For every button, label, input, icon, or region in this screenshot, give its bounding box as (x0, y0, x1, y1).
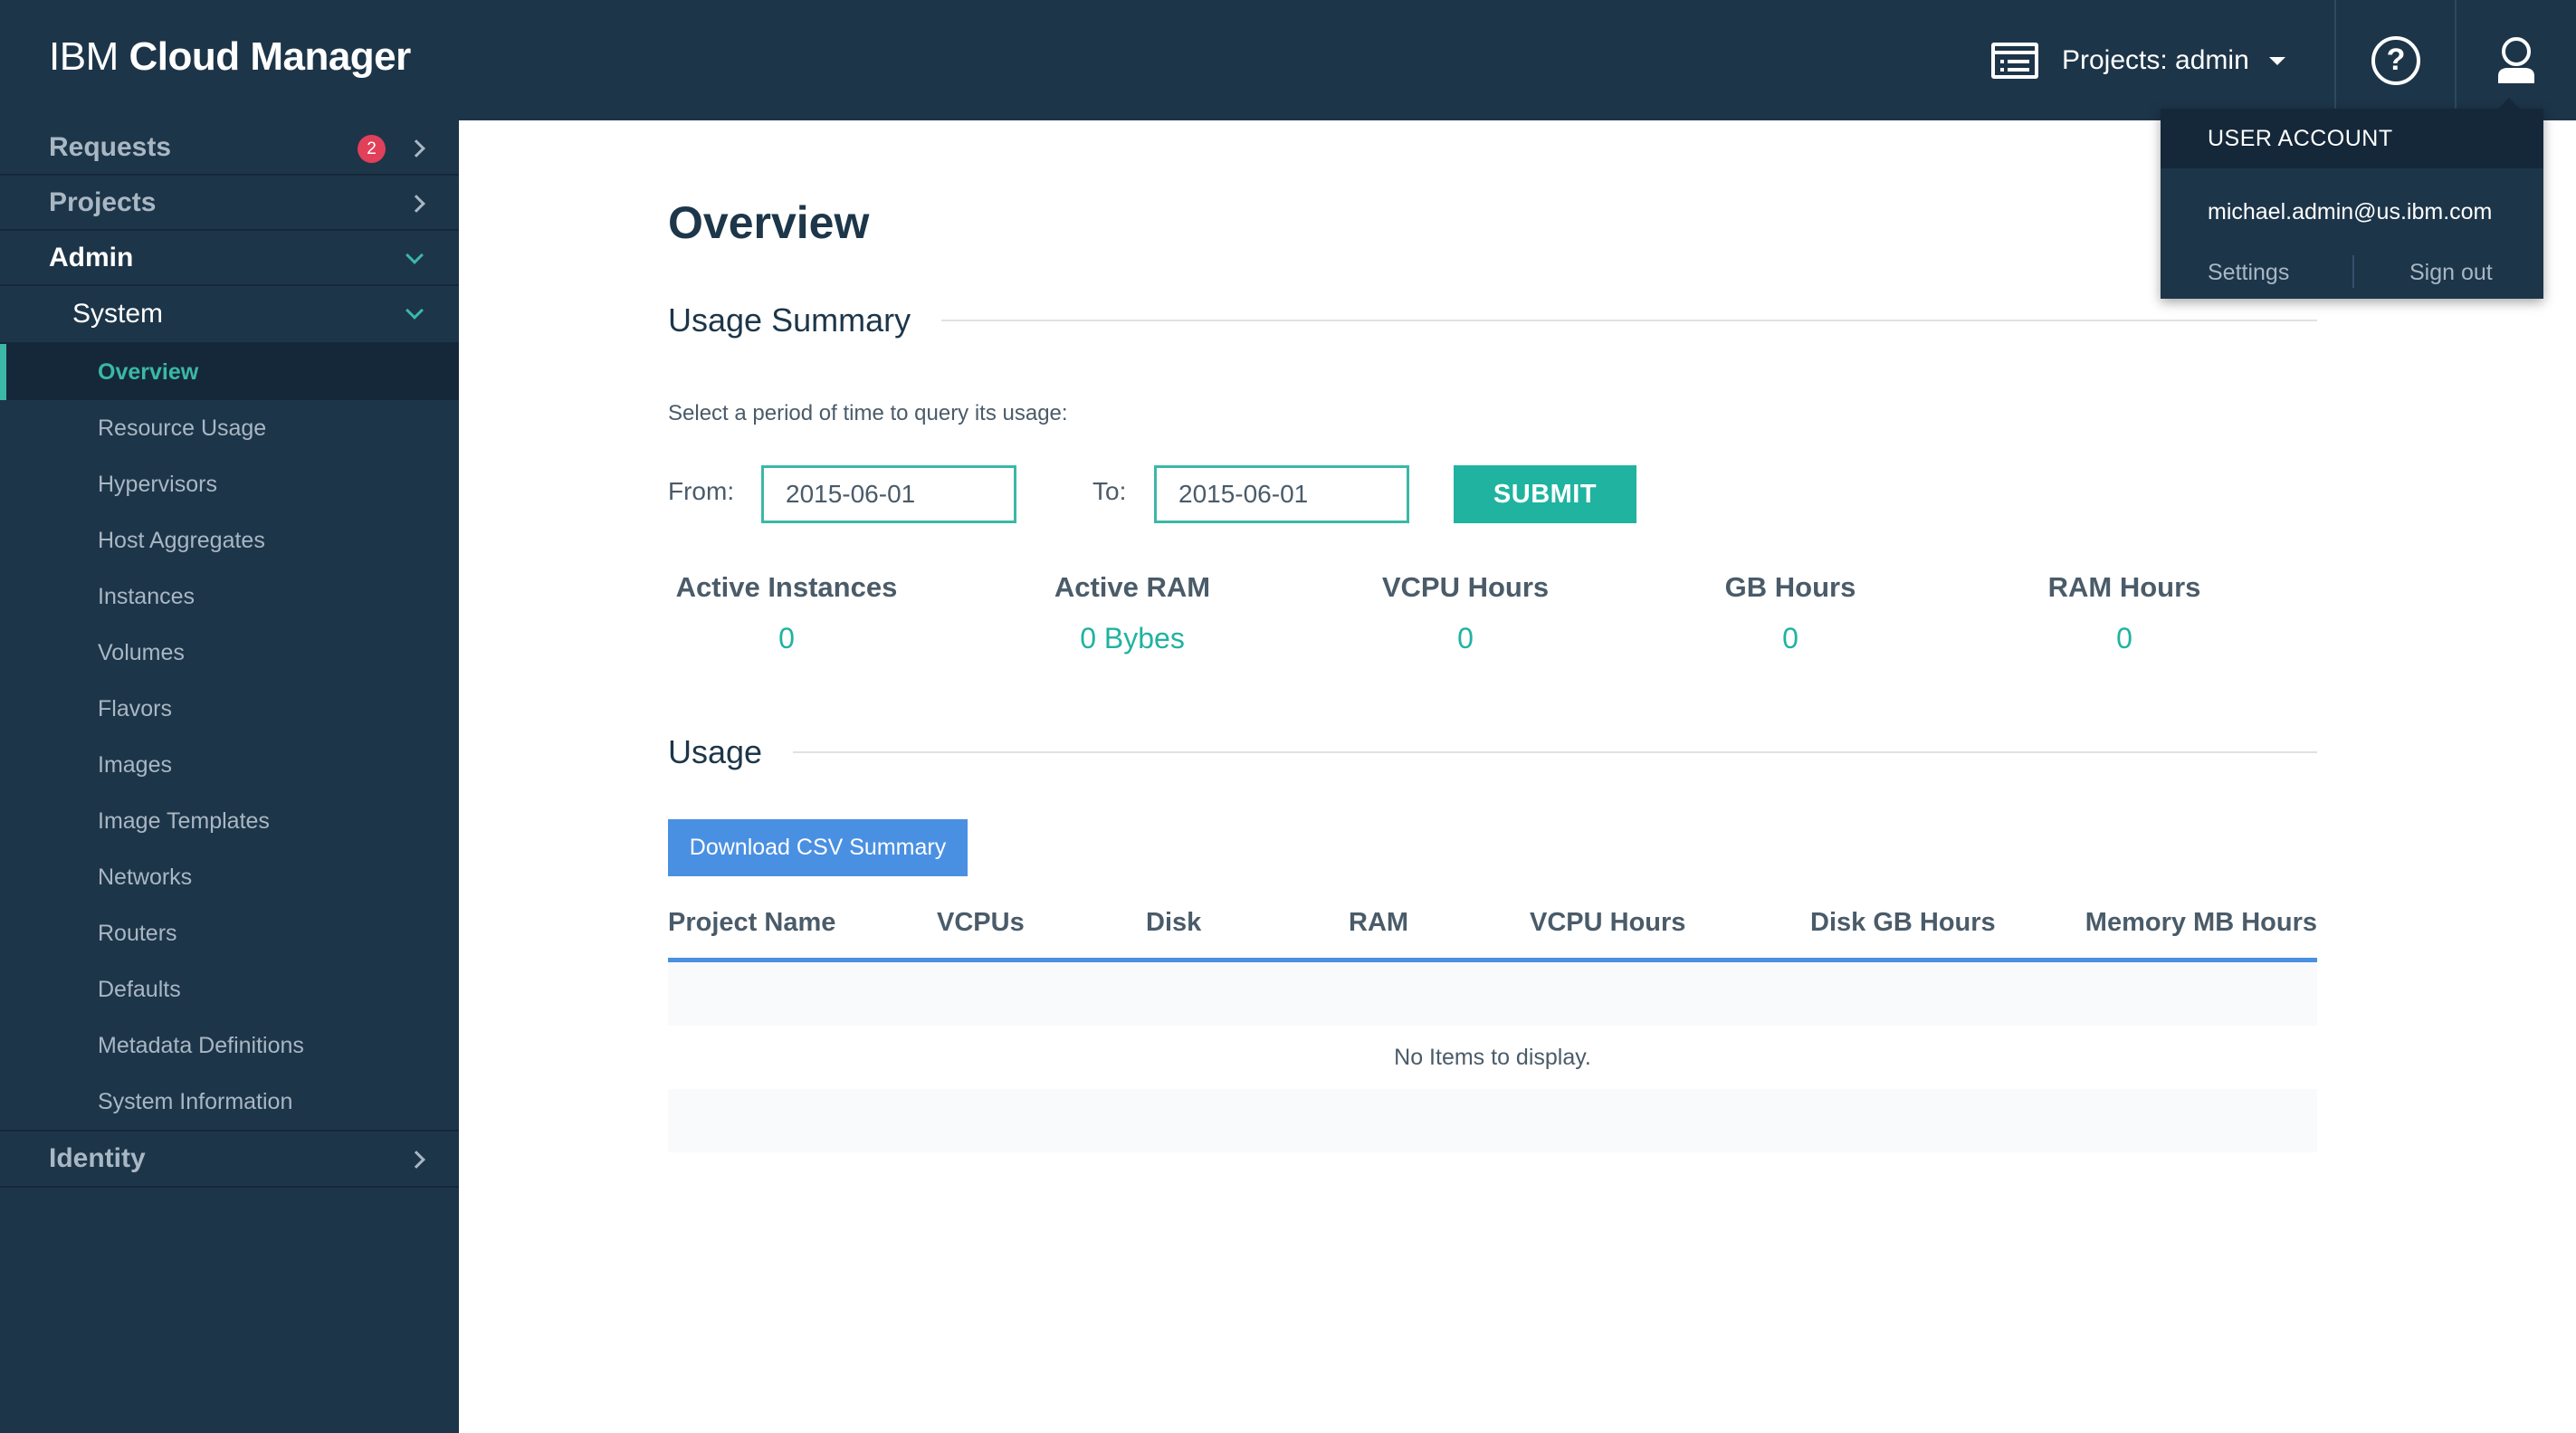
usage-summary-heading: Usage Summary (668, 301, 2317, 339)
stat-value: 0 (1457, 622, 1474, 654)
from-label: From: (668, 477, 735, 505)
table-empty-message: No Items to display. (1394, 1044, 1591, 1070)
stat-value: 0 (2116, 622, 2132, 654)
sidebar-item-resource-usage[interactable]: Resource Usage (0, 400, 459, 456)
sidebar-item-routers[interactable]: Routers (0, 905, 459, 961)
main-content: Overview Usage Summary Select a period o… (459, 120, 2576, 1433)
section-divider (793, 751, 2317, 753)
sidebar-item-networks[interactable]: Networks (0, 849, 459, 905)
sidebar-item-volumes[interactable]: Volumes (0, 625, 459, 681)
table-row (668, 1089, 2317, 1152)
sidebar-item-system[interactable]: System (0, 286, 459, 344)
user-account-dropdown: USER ACCOUNT michael.admin@us.ibm.com Se… (2161, 98, 2543, 299)
help-button[interactable]: ? (2335, 0, 2457, 120)
sidebar-item-metadata-definitions[interactable]: Metadata Definitions (0, 1017, 459, 1074)
period-hint: Select a period of time to query its usa… (668, 401, 1068, 425)
settings-link[interactable]: Settings (2208, 260, 2289, 286)
stat-label: RAM Hours (2047, 571, 2201, 603)
stat-label: GB Hours (1724, 571, 1856, 603)
from-date-input[interactable] (761, 465, 1016, 523)
sidebar-item-overview[interactable]: Overview (0, 344, 459, 400)
chevron-right-icon (407, 195, 425, 213)
stat-value: 0 Bybes (1080, 622, 1185, 654)
user-email: michael.admin@us.ibm.com (2208, 199, 2493, 225)
chevron-right-icon (407, 1151, 425, 1169)
sidebar-item-images[interactable]: Images (0, 737, 459, 793)
brand-ibm: IBM (49, 34, 119, 79)
sidebar-item-identity[interactable]: Identity (0, 1130, 459, 1188)
brand-product: Cloud Manager (129, 34, 411, 79)
sidebar-item-label: Requests (49, 131, 172, 162)
sidebar-item-label: Identity (49, 1143, 146, 1173)
stat-value: 0 (1782, 622, 1798, 654)
page-title: Overview (668, 197, 870, 248)
sidebar-item-hypervisors[interactable]: Hypervisors (0, 456, 459, 512)
table-header: Project Name VCPUs Disk RAM VCPU Hours D… (668, 908, 2317, 962)
top-header: IBM Cloud Manager Projects: admin ? (0, 0, 2576, 120)
sidebar-item-flavors[interactable]: Flavors (0, 681, 459, 737)
chevron-down-icon (405, 246, 424, 264)
chevron-down-icon (405, 301, 424, 320)
caret-down-icon (2268, 56, 2285, 65)
column-header-vcpu-hours[interactable]: VCPU Hours (1530, 908, 1685, 938)
stat-gb-hours: GB Hours 0 (1708, 571, 1873, 655)
sidebar-item-projects[interactable]: Projects (0, 176, 459, 231)
column-header-disk-gb-hours[interactable]: Disk GB Hours (1810, 908, 1996, 938)
user-icon (2498, 36, 2534, 83)
stat-active-ram: Active RAM 0 Bybes (1024, 571, 1241, 655)
project-list-icon (1991, 43, 2038, 79)
dropdown-heading: USER ACCOUNT (2161, 109, 2543, 168)
sidebar-item-label: Admin (49, 242, 134, 272)
sign-out-link[interactable]: Sign out (2409, 260, 2493, 286)
usage-heading: Usage (668, 733, 2317, 771)
download-csv-button[interactable]: Download CSV Summary (668, 819, 968, 876)
usage-table: Project Name VCPUs Disk RAM VCPU Hours D… (668, 908, 2317, 1152)
column-header-project-name[interactable]: Project Name (668, 908, 835, 938)
stat-ram-hours: RAM Hours 0 (2034, 571, 2215, 655)
to-label: To: (1092, 477, 1127, 505)
sidebar-item-system-information[interactable]: System Information (0, 1074, 459, 1130)
sidebar: Requests 2 Projects Admin System Overvie… (0, 120, 459, 1433)
sidebar-item-defaults[interactable]: Defaults (0, 961, 459, 1017)
sidebar-item-label: System (72, 299, 164, 329)
submit-button[interactable]: SUBMIT (1454, 465, 1636, 523)
column-header-memory-mb-hours[interactable]: Memory MB Hours (2085, 908, 2317, 938)
section-divider (941, 320, 2317, 321)
stat-label: VCPU Hours (1381, 571, 1550, 603)
column-header-ram[interactable]: RAM (1349, 908, 1408, 938)
stat-active-instances: Active Instances 0 (668, 571, 905, 655)
sidebar-item-label: Projects (49, 186, 157, 217)
sidebar-item-image-templates[interactable]: Image Templates (0, 793, 459, 849)
sidebar-item-instances[interactable]: Instances (0, 568, 459, 625)
chevron-right-icon (407, 139, 425, 158)
section-title: Usage Summary (668, 301, 911, 339)
projects-selector[interactable]: Projects: admin (1991, 33, 2285, 89)
table-row (668, 962, 2317, 1026)
column-header-disk[interactable]: Disk (1146, 908, 1201, 938)
requests-count-badge: 2 (358, 135, 386, 163)
column-header-vcpus[interactable]: VCPUs (937, 908, 1025, 938)
help-icon: ? (2371, 35, 2420, 85)
stat-label: Active RAM (1054, 571, 1211, 603)
stat-label: Active Instances (675, 571, 898, 603)
sidebar-item-requests[interactable]: Requests 2 (0, 120, 459, 176)
to-date-input[interactable] (1154, 465, 1409, 523)
app-brand[interactable]: IBM Cloud Manager (49, 34, 411, 80)
sidebar-item-admin[interactable]: Admin (0, 231, 459, 286)
stat-value: 0 (778, 622, 795, 654)
projects-selector-label: Projects: admin (2062, 45, 2249, 75)
dropdown-divider (2352, 255, 2354, 288)
stat-vcpu-hours: VCPU Hours 0 (1351, 571, 1579, 655)
section-title: Usage (668, 733, 763, 770)
sidebar-item-host-aggregates[interactable]: Host Aggregates (0, 512, 459, 568)
